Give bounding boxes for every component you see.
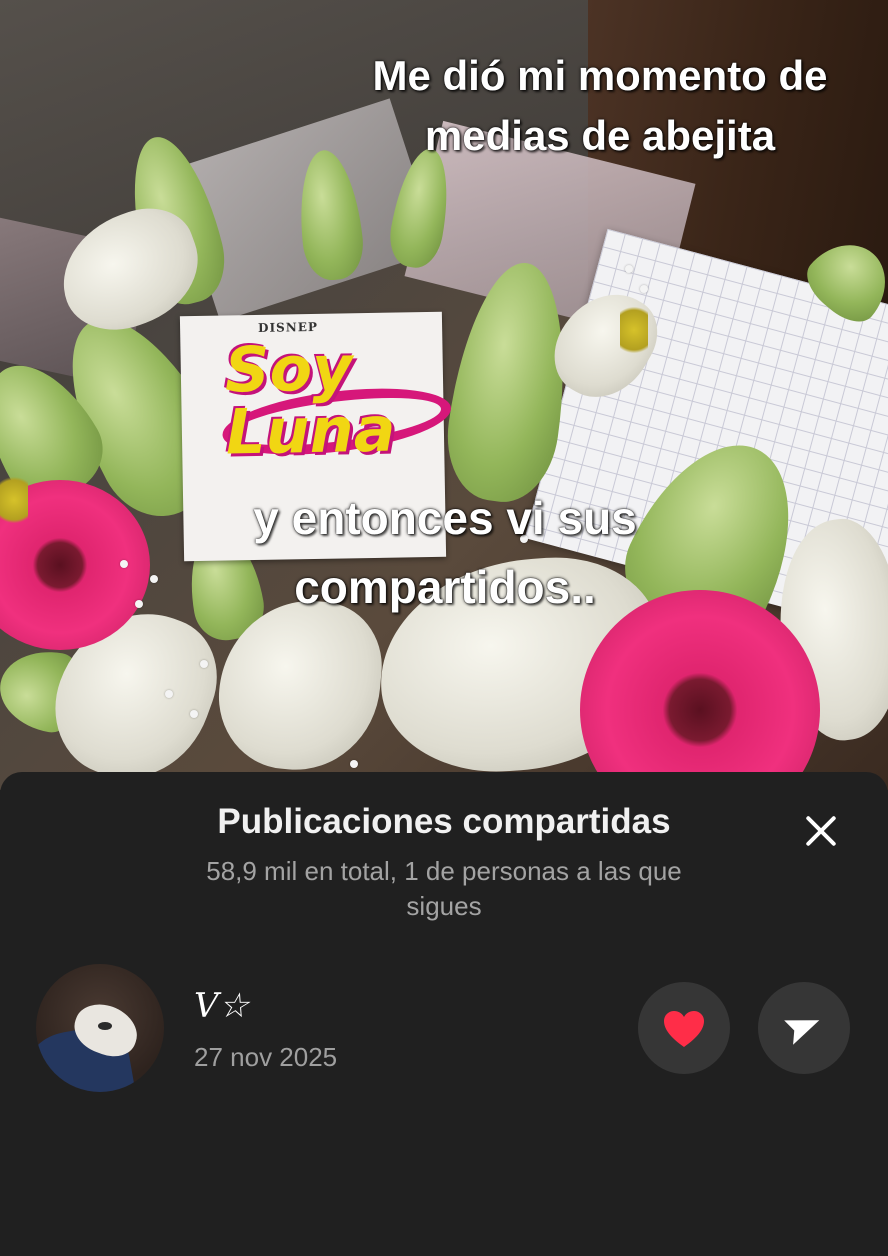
share-date: 27 nov 2025 (194, 1042, 338, 1072)
heart-icon (664, 1011, 704, 1047)
user-name[interactable]: V☆ (194, 986, 249, 1026)
send-button[interactable] (758, 982, 850, 1074)
solidago (0, 470, 28, 530)
video-caption-middle: y entonces vi sus compartidos.. (253, 492, 637, 613)
card-logo: Soy Luna (224, 331, 397, 469)
sheet-subtitle: 58,9 mil en total, 1 de personas a las q… (206, 856, 682, 921)
gypsophila (190, 710, 198, 718)
close-icon[interactable] (798, 808, 844, 854)
gypsophila (165, 690, 173, 698)
send-icon (784, 1020, 820, 1045)
like-button[interactable] (638, 982, 730, 1074)
gypsophila (350, 760, 358, 768)
solidago (620, 300, 648, 360)
gypsophila (640, 285, 648, 293)
video-frame[interactable]: DISNEP Soy Luna Me dió mi momento de medi… (0, 0, 888, 790)
video-caption-top: Me dió mi momento de medias de abejita (372, 52, 828, 159)
gypsophila (120, 560, 128, 568)
share-row[interactable]: V☆ 27 nov 2025 (36, 964, 856, 1094)
gypsophila (150, 575, 158, 583)
gypsophila (200, 660, 208, 668)
avatar[interactable] (36, 964, 164, 1092)
shared-posts-sheet: Publicaciones compartidas 58,9 mil en to… (0, 772, 888, 1256)
sheet-title: Publicaciones compartidas (217, 802, 671, 841)
gypsophila (625, 265, 633, 273)
gypsophila (135, 600, 143, 608)
